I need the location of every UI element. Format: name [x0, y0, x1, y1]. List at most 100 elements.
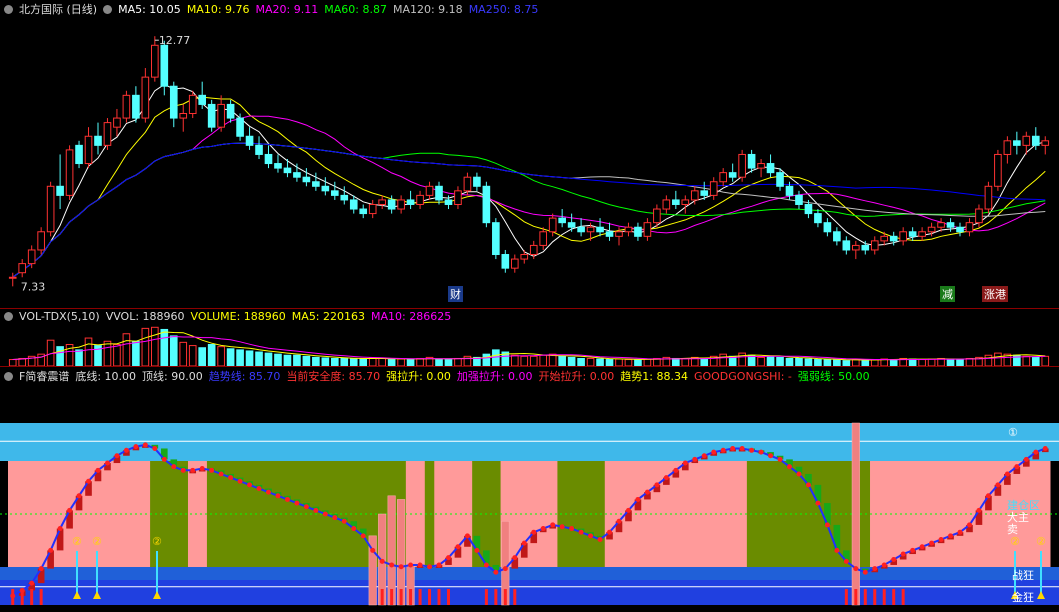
- indicator-legend-item: GOODGONGSHI: -: [693, 370, 792, 383]
- low-zone-bar: [409, 589, 413, 605]
- candle-body: [539, 231, 548, 246]
- safety-dot: [692, 456, 698, 462]
- candle-body: [463, 176, 472, 192]
- low-zone-bar: [873, 589, 877, 605]
- safety-dot: [948, 533, 954, 539]
- candle-body: [851, 244, 860, 251]
- indicator-legend-item: 强拉升: 0.00: [386, 370, 451, 383]
- candle-body: [501, 254, 510, 269]
- candle-body: [56, 185, 64, 196]
- candle-body: [984, 185, 993, 210]
- volume-bar: [274, 353, 282, 367]
- settings-icon[interactable]: [4, 372, 13, 381]
- candle-body: [245, 135, 254, 146]
- jin-label: 金狂: [1012, 590, 1034, 604]
- candle-body: [226, 103, 235, 119]
- safety-dot: [588, 533, 594, 539]
- volume-bar: [984, 354, 993, 367]
- volume-bar: [141, 327, 150, 367]
- volume-bar: [596, 358, 604, 367]
- indicator-legend-item: 强弱线: 50.00: [797, 370, 870, 383]
- volume-legend: VVOL: 188960 VOLUME: 188960 MA5: 220163 MA1…: [106, 310, 458, 323]
- safety-dot: [654, 482, 660, 488]
- candle-body: [188, 94, 197, 115]
- safety-dot: [408, 562, 414, 568]
- volume-bar: [160, 328, 169, 367]
- safety-dot: [389, 562, 395, 568]
- candle-body: [927, 226, 936, 233]
- safety-dot: [929, 540, 935, 546]
- safety-dot: [966, 522, 972, 528]
- event-marker[interactable]: 财: [448, 286, 463, 302]
- low-zone-bar: [892, 589, 896, 605]
- candle-body: [94, 135, 102, 146]
- volume-bar: [226, 348, 235, 367]
- safety-dot: [303, 504, 309, 510]
- volume-bar: [927, 358, 936, 367]
- volume-bar: [946, 358, 955, 367]
- candle-body: [482, 185, 491, 224]
- candle-body: [624, 226, 633, 233]
- safety-dot: [682, 460, 688, 466]
- low-zone-bar: [428, 589, 432, 605]
- low-label: 7.33: [21, 280, 46, 293]
- low-zone-bar: [437, 589, 441, 605]
- event-marker[interactable]: 涨港: [982, 286, 1008, 302]
- safety-dot: [29, 580, 35, 586]
- indicator-legend-item: 开始拉升: 0.00: [538, 370, 615, 383]
- volume-bar: [103, 340, 112, 367]
- candle-body: [719, 172, 728, 183]
- safety-dot: [805, 482, 811, 488]
- circle-two-label: ②: [72, 535, 82, 548]
- volume-bar: [435, 358, 443, 367]
- volume-bar: [188, 345, 197, 367]
- safety-dot: [294, 500, 300, 506]
- volume-bar: [908, 358, 917, 367]
- candle-body: [321, 185, 330, 192]
- candle-body: [653, 208, 661, 224]
- low-zone-bar: [882, 589, 886, 605]
- candlestick-chart: 12.77 7.33: [8, 34, 1050, 293]
- safety-dot: [57, 526, 63, 532]
- safety-dot: [322, 511, 328, 517]
- safety-dot: [796, 471, 802, 477]
- candle-body: [425, 185, 434, 196]
- candle-body: [728, 172, 737, 178]
- candle-body: [65, 149, 74, 196]
- volume-bar: [795, 357, 803, 367]
- candle-body: [8, 276, 17, 279]
- indicator-legend-item: 顶线: 90.00: [142, 370, 203, 383]
- candle-body: [27, 249, 36, 265]
- volume-bar: [586, 357, 595, 367]
- candle-body: [103, 122, 112, 146]
- volume-legend-item: MA5: 220163: [291, 310, 366, 323]
- strong-pull-bar: [851, 422, 860, 606]
- candle-body: [397, 199, 405, 210]
- candle-body: [1031, 135, 1040, 146]
- settings-icon[interactable]: [4, 312, 13, 321]
- safety-dot: [521, 540, 527, 546]
- safety-dot: [161, 456, 167, 462]
- candle-body: [804, 203, 813, 215]
- volume-bar: [529, 355, 538, 367]
- stock-title: 北方国际 (日线): [19, 3, 98, 16]
- candle-body: [444, 199, 453, 205]
- candle-body: [179, 113, 188, 119]
- settings-icon[interactable]: [103, 5, 113, 14]
- candle-body: [757, 163, 765, 169]
- volume-bar: [302, 355, 311, 367]
- event-marker[interactable]: 减: [940, 286, 955, 302]
- safety-dot: [493, 569, 499, 575]
- safety-dot: [417, 562, 423, 568]
- safety-dot: [550, 522, 556, 528]
- collapse-icon[interactable]: [4, 5, 13, 14]
- ma-legend-item: MA60: 8.87: [324, 3, 387, 16]
- candle-body: [207, 103, 216, 128]
- candle-body: [520, 254, 529, 260]
- safety-dot: [777, 456, 783, 462]
- safety-dot: [360, 533, 366, 539]
- safety-dot: [749, 447, 755, 453]
- ma-line: [12, 142, 1046, 278]
- safety-dot: [95, 467, 101, 473]
- volume-bar: [776, 356, 784, 367]
